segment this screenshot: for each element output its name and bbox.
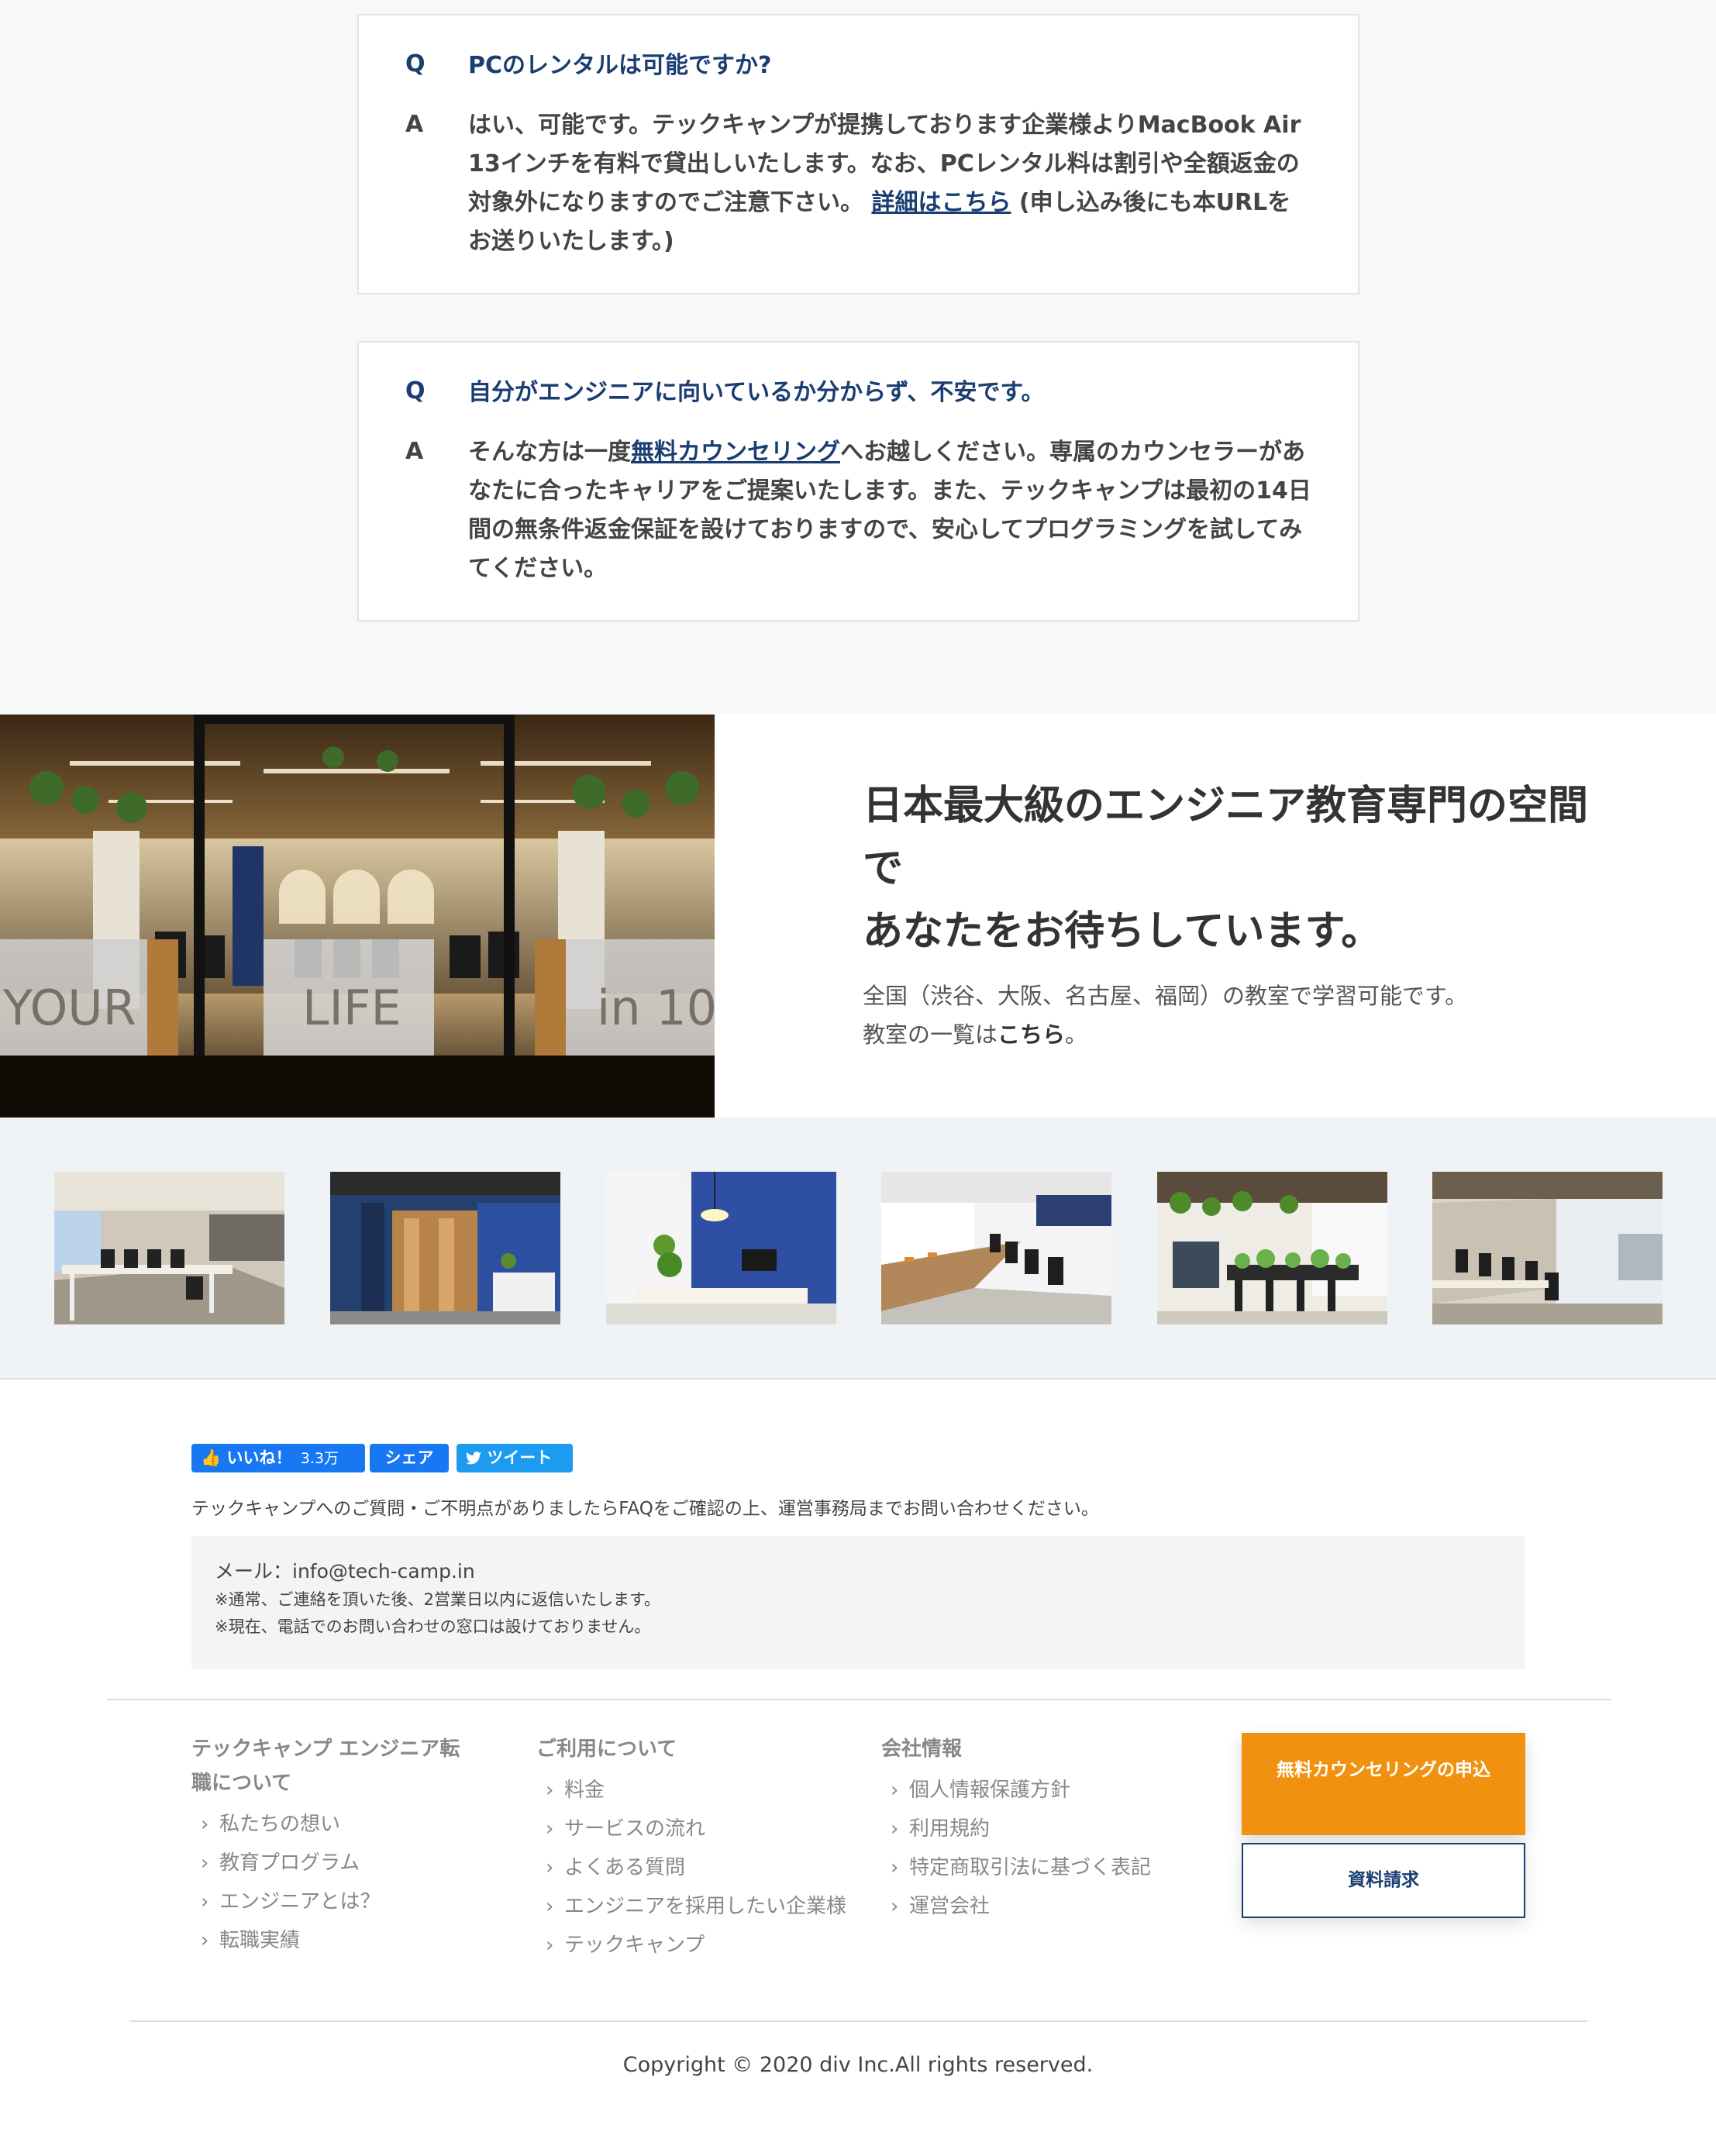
faq-answer-row: A はい、可能です。テックキャンプが提携しております企業様よりMacBook A… <box>405 106 1311 261</box>
classroom-photo: YOUR LIFE in 10 <box>0 715 715 1118</box>
gallery-thumbnail[interactable] <box>881 1172 1111 1324</box>
request-brochure-button[interactable]: 資料請求 <box>1242 1843 1525 1918</box>
classroom-thumb-5 <box>1157 1172 1387 1324</box>
faq-question: PCのレンタルは可能ですか? <box>468 52 772 79</box>
glass-lettering: in 10 <box>597 980 715 1036</box>
gallery-thumbnail[interactable] <box>54 1172 284 1324</box>
thumbs-up-icon: 👍 <box>201 1448 222 1467</box>
facebook-share-button[interactable]: シェア <box>370 1444 449 1472</box>
glass-lettering: YOUR <box>2 980 136 1036</box>
chevron-right-icon: › <box>546 1817 554 1841</box>
chevron-right-icon: › <box>546 1779 554 1802</box>
free-counseling-apply-button[interactable]: 無料カウンセリングの申込 <box>1242 1733 1525 1835</box>
footer-link[interactable]: › サービスの流れ <box>536 1814 846 1844</box>
faq-answer: そんな方は一度無料カウンセリングへお越しください。専属のカウンセラーがあなたに合… <box>468 433 1311 588</box>
contact-email: メール：info@tech-camp.in <box>215 1560 475 1583</box>
gallery-thumbnail[interactable] <box>1157 1172 1387 1324</box>
footer-heading: テックキャンプ エンジニア転職について <box>191 1738 460 1795</box>
chevron-right-icon: › <box>891 1856 899 1879</box>
twitter-bird-icon <box>466 1452 481 1465</box>
tweet-label: ツイート <box>487 1448 553 1467</box>
footer-link[interactable]: › 転職実績 <box>191 1926 478 1955</box>
facebook-like-button[interactable]: 👍 いいね！ 3.3万 <box>191 1444 365 1472</box>
chevron-right-icon: › <box>201 1813 209 1836</box>
footer-column-about: テックキャンプ エンジニア転職について › 私たちの想い › 教育プログラム › エン… <box>191 1732 478 1955</box>
classroom-photo-illustration: YOUR LIFE in 10 <box>0 715 715 1118</box>
hero-subtext: 全国（渋谷、大阪、名古屋、福岡）の教室で学習可能です。 教室の一覧はこちら。 <box>863 976 1467 1054</box>
chevron-right-icon: › <box>201 1890 209 1913</box>
footer-heading: ご利用について <box>536 1738 677 1761</box>
footer-link-list: › 私たちの想い › 教育プログラム › エンジニアとは？ › 転職実績 <box>191 1810 478 1955</box>
chevron-right-icon: › <box>546 1895 554 1918</box>
classroom-hero: YOUR LIFE in 10 日本最大級のエンジニア教育専門の空間で あなたを… <box>0 715 1716 1118</box>
contact-box: メール：info@tech-camp.in ※通常、ご連絡を頂いた後、2営業日以… <box>191 1536 1525 1669</box>
footer-link[interactable]: › テックキャンプ <box>536 1930 846 1960</box>
answer-text: そんな方は一度 <box>468 439 631 466</box>
gallery-thumbnail[interactable] <box>1432 1172 1663 1324</box>
footer-link-list: › 料金 › サービスの流れ › よくある質問 › エンジニアを採用したい企業様 › テッ… <box>536 1775 846 1960</box>
faq-answer-row: A そんな方は一度無料カウンセリングへお越しください。専属のカウンセラーがあなた… <box>405 433 1311 588</box>
footer-link[interactable]: › 特定商取引法に基づく表記 <box>881 1853 1207 1882</box>
footer-column-company: 会社情報 › 個人情報保護方針 › 利用規約 › 特定商取引法に基づく表記 › 運営会社 <box>881 1732 1207 1921</box>
faq-section: Q PCのレンタルは可能ですか? A はい、可能です。テックキャンプが提携してお… <box>0 0 1716 715</box>
footer-column-usage: ご利用について › 料金 › サービスの流れ › よくある質問 › エンジニアを採用した… <box>536 1732 846 1960</box>
faq-question-row: Q PCのレンタルは可能ですか? <box>405 50 1311 81</box>
chevron-right-icon: › <box>201 1929 209 1952</box>
classroom-thumb-1 <box>54 1172 284 1324</box>
glass-lettering: LIFE <box>302 980 401 1036</box>
hero-sub-line1: 全国（渋谷、大阪、名古屋、福岡）の教室で学習可能です。 <box>863 983 1468 1009</box>
q-marker: Q <box>405 377 426 405</box>
classroom-thumb-3 <box>606 1172 836 1324</box>
footer-bottom-divider <box>129 2020 1587 2022</box>
like-count: 3.3万 <box>300 1450 339 1467</box>
phone-note: ※現在、電話でのお問い合わせの窓口は設けておりません。 <box>215 1617 651 1636</box>
gallery-thumbnail[interactable] <box>330 1172 560 1324</box>
footer-link[interactable]: › エンジニアとは？ <box>191 1887 478 1917</box>
faq-answer: はい、可能です。テックキャンプが提携しております企業様よりMacBook Air… <box>468 106 1311 261</box>
chevron-right-icon: › <box>891 1817 899 1841</box>
footer-link[interactable]: › 運営会社 <box>881 1892 1207 1921</box>
footer-link[interactable]: › 私たちの想い <box>191 1810 478 1839</box>
chevron-right-icon: › <box>891 1895 899 1918</box>
q-marker: Q <box>405 50 426 77</box>
reply-time-note: ※通常、ご連絡を頂いた後、2営業日以内に返信いたします。 <box>215 1590 660 1609</box>
chevron-right-icon: › <box>201 1851 209 1875</box>
faq-question-row: Q 自分がエンジニアに向いているか分からず、不安です。 <box>405 377 1311 408</box>
chevron-right-icon: › <box>891 1779 899 1802</box>
contact-note: テックキャンプへのご質問・ご不明点がありましたらFAQをご確認の上、運営事務局ま… <box>191 1499 1099 1519</box>
footer-divider <box>107 1699 1611 1700</box>
faq-question: 自分がエンジニアに向いているか分からず、不安です。 <box>468 379 1045 406</box>
classroom-thumb-2 <box>330 1172 560 1324</box>
footer-link[interactable]: › よくある質問 <box>536 1853 846 1882</box>
footer-link[interactable]: › 個人情報保護方針 <box>881 1775 1207 1805</box>
footer-heading: 会社情報 <box>881 1738 963 1761</box>
footer-link[interactable]: › エンジニアを採用したい企業様 <box>536 1892 846 1921</box>
chevron-right-icon: › <box>546 1856 554 1879</box>
a-marker: A <box>405 438 424 465</box>
hero-sub-line2: 教室の一覧はこちら。 <box>863 1015 1467 1054</box>
classroom-thumb-4 <box>881 1172 1111 1324</box>
footer-link-list: › 個人情報保護方針 › 利用規約 › 特定商取引法に基づく表記 › 運営会社 <box>881 1775 1207 1921</box>
classroom-gallery <box>0 1118 1716 1379</box>
free-counseling-link[interactable]: 無料カウンセリング <box>631 439 840 466</box>
details-link[interactable]: 詳細はこちら <box>871 189 1011 216</box>
hero-sub-prefix: 教室の一覧は <box>863 1021 998 1048</box>
gallery-thumbnail[interactable] <box>606 1172 836 1324</box>
footer-link[interactable]: › 利用規約 <box>881 1814 1207 1844</box>
like-label: いいね！ <box>226 1448 292 1467</box>
tweet-button[interactable]: ツイート <box>457 1444 573 1472</box>
hero-title-line1: 日本最大級のエンジニア教育専門の空間で <box>863 783 1589 892</box>
a-marker: A <box>405 111 424 138</box>
classroom-list-link[interactable]: こちら <box>998 1021 1065 1048</box>
faq-card: Q PCのレンタルは可能ですか? A はい、可能です。テックキャンプが提携してお… <box>357 14 1359 294</box>
hero-title-line2: あなたをお待ちしています。 <box>863 908 1382 955</box>
classroom-thumb-6 <box>1432 1172 1663 1324</box>
faq-card: Q 自分がエンジニアに向いているか分からず、不安です。 A そんな方は一度無料カ… <box>357 341 1359 622</box>
footer-link[interactable]: › 料金 <box>536 1775 846 1805</box>
hero-title: 日本最大級のエンジニア教育専門の空間で あなたをお待ちしています。 <box>863 775 1614 963</box>
chevron-right-icon: › <box>546 1934 554 1957</box>
footer-link[interactable]: › 教育プログラム <box>191 1848 478 1878</box>
copyright: Copyright © 2020 div Inc.All rights rese… <box>622 2053 1094 2077</box>
hero-sub-suffix: 。 <box>1065 1021 1088 1048</box>
